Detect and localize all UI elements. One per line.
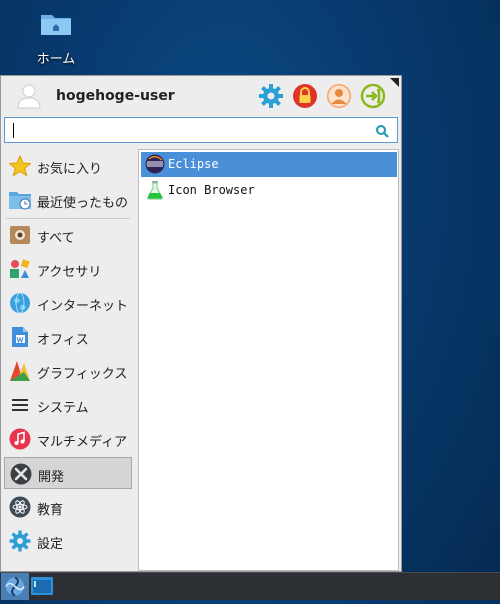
logout-button[interactable] — [360, 83, 386, 109]
settings-button[interactable] — [258, 83, 284, 109]
app-eclipse[interactable]: Eclipse — [141, 152, 397, 177]
category-label: 設定 — [37, 537, 64, 552]
eclipse-icon — [145, 154, 165, 174]
category-label: お気に入り — [37, 162, 103, 177]
category-label: 教育 — [37, 503, 64, 518]
category-development[interactable]: 開発 — [4, 457, 132, 489]
menu-header: hogehoge-user — [1, 76, 401, 116]
flask-icon — [145, 180, 165, 200]
search-input[interactable] — [9, 120, 373, 142]
home-folder-icon — [40, 12, 72, 36]
category-label: マルチメディア — [37, 435, 128, 450]
settings-gear-icon — [9, 530, 31, 552]
category-accessories[interactable]: アクセサリ — [4, 253, 132, 285]
office-doc-icon — [9, 326, 31, 348]
all-apps-icon — [9, 224, 31, 246]
settings-gear-icon — [259, 84, 283, 108]
category-education[interactable]: 教育 — [4, 491, 132, 523]
category-all[interactable]: すべて — [4, 219, 132, 251]
category-label: 開発 — [38, 470, 65, 485]
category-internet[interactable]: インターネット — [4, 287, 132, 319]
development-tools-icon — [10, 463, 32, 485]
start-menu-logo-icon — [5, 576, 25, 597]
category-label: システム — [37, 401, 89, 416]
app-icon-browser[interactable]: Icon Browser — [141, 178, 397, 203]
logout-icon — [360, 83, 386, 109]
category-label: すべて — [37, 231, 75, 246]
category-settings[interactable]: 設定 — [4, 525, 132, 557]
star-icon — [8, 154, 32, 177]
category-office[interactable]: オフィス — [4, 321, 132, 353]
taskbar-terminal-button[interactable] — [31, 577, 53, 595]
category-graphics[interactable]: グラフィックス — [4, 355, 132, 387]
recent-folder-icon — [9, 189, 31, 211]
system-menu-icon — [9, 394, 31, 416]
education-atom-icon — [9, 496, 31, 518]
app-label: Icon Browser — [168, 183, 255, 197]
category-multimedia[interactable]: マルチメディア — [4, 423, 132, 455]
lock-screen-button[interactable] — [292, 83, 318, 109]
search-field[interactable] — [4, 117, 398, 143]
home-label: ホーム — [36, 52, 76, 67]
user-avatar-icon — [17, 83, 41, 109]
graphics-icon — [9, 360, 31, 382]
category-label: オフィス — [37, 333, 89, 348]
category-list: お気に入り 最近使ったもの すべて アクセサリ インターネット オフィス グラフ… — [1, 149, 135, 571]
switch-user-icon — [327, 84, 351, 108]
category-recent[interactable]: 最近使ったもの — [4, 184, 132, 216]
search-icon — [375, 124, 389, 138]
desktop-home-icon[interactable]: ホーム — [28, 12, 84, 67]
terminal-icon — [31, 577, 53, 595]
category-favorites[interactable]: お気に入り — [4, 150, 132, 182]
application-list: Eclipse Icon Browser — [138, 149, 399, 571]
category-label: アクセサリ — [37, 265, 102, 280]
username: hogehoge-user — [56, 88, 175, 104]
category-label: グラフィックス — [37, 367, 128, 382]
internet-globe-icon — [9, 292, 31, 314]
category-system[interactable]: システム — [4, 389, 132, 421]
application-menu: hogehoge-user お気に入り 最近使ったもの すべて アクセサリ イン… — [0, 75, 402, 572]
lock-icon — [293, 84, 317, 108]
start-menu-button[interactable] — [1, 573, 29, 600]
taskbar — [0, 572, 500, 600]
app-label: Eclipse — [168, 157, 219, 171]
accessories-icon — [9, 258, 31, 280]
category-label: インターネット — [37, 299, 129, 314]
switch-user-button[interactable] — [326, 83, 352, 109]
music-note-icon — [9, 428, 31, 450]
category-label: 最近使ったもの — [37, 196, 129, 211]
text-caret — [13, 123, 14, 138]
